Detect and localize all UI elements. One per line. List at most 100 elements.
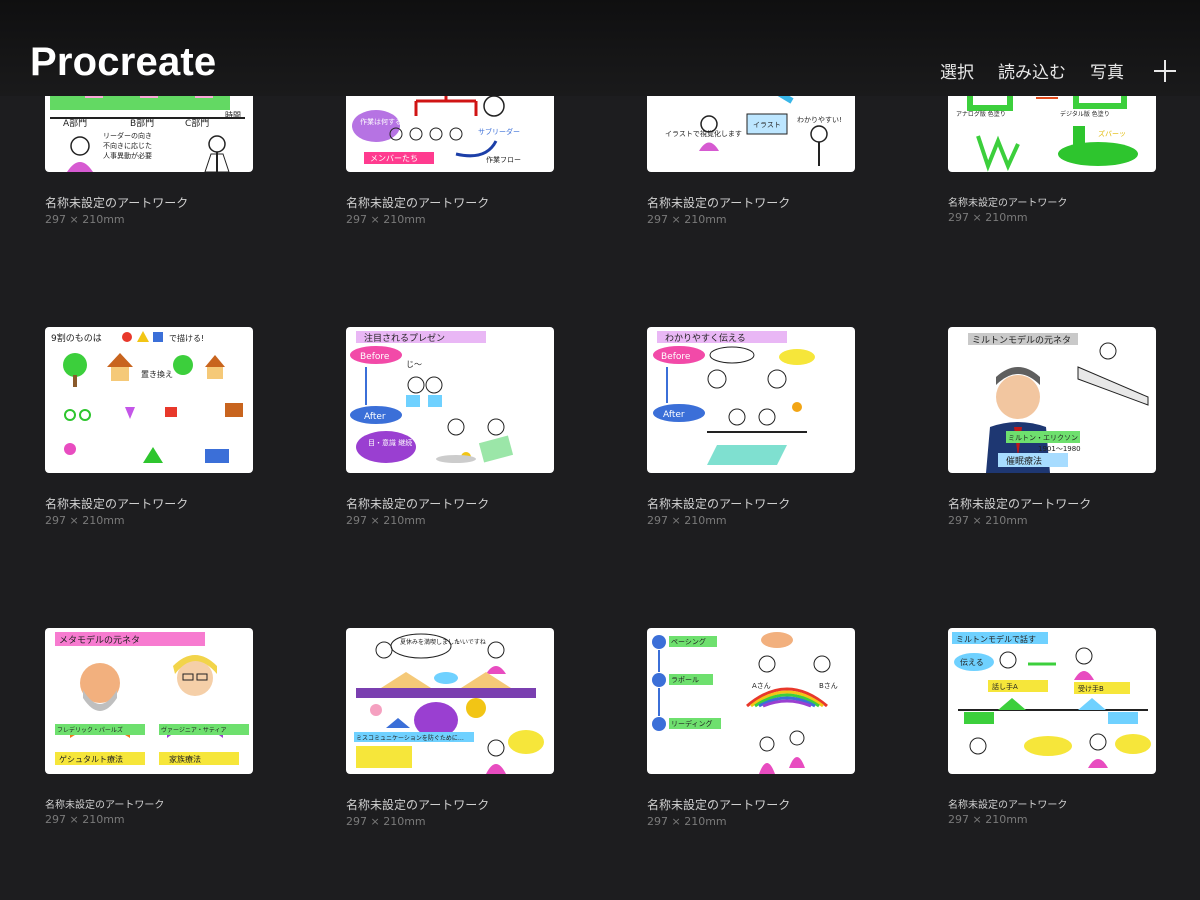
artwork-size: 297 × 210mm: [346, 815, 426, 828]
photo-button[interactable]: 写真: [1090, 58, 1124, 83]
sketch-label: 作業は何する?: [360, 117, 406, 126]
artwork-sketch: わかりやすく伝える Before After: [653, 331, 815, 465]
sketch-label: メタモデルの元ネタ: [59, 634, 140, 646]
sketch-label: サブリーダー: [478, 127, 520, 136]
artwork-sketch: 注目されるプレゼン Before じ〜 After 目・意識 継続: [350, 331, 514, 463]
sketch-label: リーディング: [671, 719, 713, 728]
sketch-label: 1901〜1980: [1038, 445, 1081, 453]
sketch-label: ラポール: [671, 676, 699, 684]
artwork-sketch: ミルトンモデルで話す 伝える 話し手A 受け手B: [952, 632, 1151, 768]
sketch-label: わかりやすい!: [797, 116, 842, 124]
sketch-label: アナログ版 色塗り: [956, 110, 1006, 118]
sketch-label: Before: [360, 352, 390, 362]
sketch-label: 不向きに応じた: [103, 141, 152, 150]
sketch-label: じ〜: [406, 360, 422, 369]
artwork-thumbnail[interactable]: 注目されるプレゼン Before じ〜 After 目・意識 継続: [346, 327, 554, 473]
sketch-label: Bさん: [819, 682, 838, 690]
sketch-label: Before: [661, 352, 691, 362]
sketch-label: ペーシング: [671, 637, 706, 646]
sketch-label: ズバーッ: [1098, 129, 1126, 138]
artwork-tile[interactable]: 注目されるプレゼン Before じ〜 After 目・意識 継続 名称未設定の…: [346, 327, 554, 527]
sketch-label: 9割のものは: [51, 332, 102, 344]
select-button[interactable]: 選択: [940, 58, 974, 83]
sketch-label: ゲシュタルト療法: [59, 754, 123, 764]
sketch-label: いいですね: [456, 639, 486, 646]
artwork-size: 297 × 210mm: [45, 213, 125, 226]
artwork-thumbnail[interactable]: ペーシング ラポール リーディング Aさん Bさん: [647, 628, 855, 774]
artwork-name: 名称未設定のアートワーク: [647, 798, 791, 812]
sketch-label: ミルトン・エリクソン: [1008, 434, 1078, 442]
sketch-label: 夏休みを満喫しました: [400, 638, 460, 646]
sketch-label: 作業フロー: [486, 155, 521, 164]
top-bar: Procreate 選択 読み込む 写真: [0, 0, 1200, 96]
artwork-name: 名称未設定のアートワーク: [647, 497, 791, 511]
sketch-label: After: [364, 412, 386, 422]
artwork-tile[interactable]: ペーシング ラポール リーディング Aさん Bさん 名称未設定のアートワーク 2…: [647, 628, 855, 828]
sketch-label: After: [663, 410, 685, 420]
artwork-name: 名称未設定のアートワーク: [45, 800, 165, 811]
sketch-label: 目・意識 継続: [368, 438, 412, 447]
sketch-label: C部門: [185, 117, 209, 129]
sketch-label: Aさん: [752, 682, 771, 690]
artwork-size: 297 × 210mm: [45, 813, 125, 826]
artwork-thumbnail[interactable]: わかりやすく伝える Before After: [647, 327, 855, 473]
artwork-size: 297 × 210mm: [346, 514, 426, 527]
sketch-label: B部門: [130, 117, 154, 129]
artwork-gallery: A部門 B部門 C部門 時間 リーダーの向き 不向きに応じた 人事異動が必要 名…: [0, 0, 1200, 900]
artwork-sketch: ミルトンモデルの元ネタ ミルトン・エリクソン 1901〜1980 催眠療法: [968, 333, 1149, 473]
sketch-label: 注目されるプレゼン: [364, 332, 445, 344]
artwork-tile[interactable]: わかりやすく伝える Before After 名称未設定のアートワーク 297 …: [647, 327, 855, 527]
artwork-name: 名称未設定のアートワーク: [346, 497, 490, 511]
artwork-tile[interactable]: ミルトンモデルで話す 伝える 話し手A 受け手B 名称未設定のアートワーク 29…: [948, 628, 1156, 826]
toolbar-actions: 選択 読み込む 写真: [916, 58, 1176, 83]
sketch-label: フレデリック・パールズ: [57, 726, 123, 734]
artwork-size: 297 × 210mm: [948, 514, 1028, 527]
sketch-label: 人事異動が必要: [103, 151, 152, 160]
artwork-tile[interactable]: メタモデルの元ネタ フレデリック・パールズ ヴァージニア・サティア ゲシュタルト…: [45, 628, 253, 826]
sketch-label: ミルトンモデルの元ネタ: [972, 334, 1071, 346]
sketch-label: デジタル版 色塗り: [1060, 110, 1110, 118]
app-title: Procreate: [30, 40, 217, 84]
sketch-label: メンバーたち: [370, 154, 418, 163]
artwork-sketch: メタモデルの元ネタ フレデリック・パールズ ヴァージニア・サティア ゲシュタルト…: [55, 632, 249, 765]
artwork-tile[interactable]: 9割のものは で描ける! 置き換え 名称未設定のアートワーク 297 × 210…: [45, 327, 253, 527]
artwork-thumbnail[interactable]: 9割のものは で描ける! 置き換え: [45, 327, 253, 473]
artwork-tile[interactable]: 夏休みを満喫しました いいですね ミスコミュニケーションを防ぐために… 名称未設…: [346, 628, 554, 828]
artwork-name: 名称未設定のアートワーク: [948, 198, 1068, 209]
artwork-size: 297 × 210mm: [948, 211, 1028, 224]
sketch-label: イラスト: [753, 121, 781, 129]
artwork-thumbnail[interactable]: ミルトンモデルで話す 伝える 話し手A 受け手B: [948, 628, 1156, 774]
artwork-name: 名称未設定のアートワーク: [948, 497, 1092, 511]
artwork-thumbnail[interactable]: メタモデルの元ネタ フレデリック・パールズ ヴァージニア・サティア ゲシュタルト…: [45, 628, 253, 774]
artwork-sketch: 9割のものは で描ける! 置き換え: [51, 331, 243, 463]
artwork-name: 名称未設定のアートワーク: [647, 196, 791, 210]
artwork-name: 名称未設定のアートワーク: [346, 798, 490, 812]
artwork-size: 297 × 210mm: [647, 514, 727, 527]
sketch-label: 伝える: [960, 657, 984, 667]
artwork-size: 297 × 210mm: [647, 213, 727, 226]
sketch-label: ミスコミュニケーションを防ぐために…: [356, 734, 464, 742]
artwork-size: 297 × 210mm: [45, 514, 125, 527]
artwork-sketch: 夏休みを満喫しました いいですね ミスコミュニケーションを防ぐために…: [354, 633, 544, 774]
artwork-sketch: ペーシング ラポール リーディング Aさん Bさん: [652, 632, 838, 774]
sketch-label: 置き換え: [141, 369, 173, 379]
artwork-tile[interactable]: ミルトンモデルの元ネタ ミルトン・エリクソン 1901〜1980 催眠療法 名称…: [948, 327, 1156, 527]
sketch-label: A部門: [63, 117, 87, 129]
sketch-label: リーダーの向き: [103, 131, 152, 140]
sketch-label: 家族療法: [169, 754, 201, 764]
artwork-name: 名称未設定のアートワーク: [948, 800, 1068, 811]
sketch-label: 催眠療法: [1006, 455, 1042, 467]
sketch-label: 受け手B: [1078, 684, 1104, 693]
artwork-thumbnail[interactable]: ミルトンモデルの元ネタ ミルトン・エリクソン 1901〜1980 催眠療法: [948, 327, 1156, 473]
sketch-label: 話し手A: [992, 682, 1018, 691]
sketch-label: ミルトンモデルで話す: [956, 634, 1036, 644]
artwork-size: 297 × 210mm: [948, 813, 1028, 826]
sketch-label: 時間: [225, 111, 241, 120]
sketch-label: ヴァージニア・サティア: [161, 726, 227, 734]
artwork-name: 名称未設定のアートワーク: [45, 497, 189, 511]
artwork-thumbnail[interactable]: 夏休みを満喫しました いいですね ミスコミュニケーションを防ぐために…: [346, 628, 554, 774]
artwork-size: 297 × 210mm: [647, 815, 727, 828]
sketch-label: で描ける!: [169, 333, 204, 343]
import-button[interactable]: 読み込む: [998, 58, 1066, 83]
new-canvas-plus-icon[interactable]: [1154, 59, 1176, 82]
